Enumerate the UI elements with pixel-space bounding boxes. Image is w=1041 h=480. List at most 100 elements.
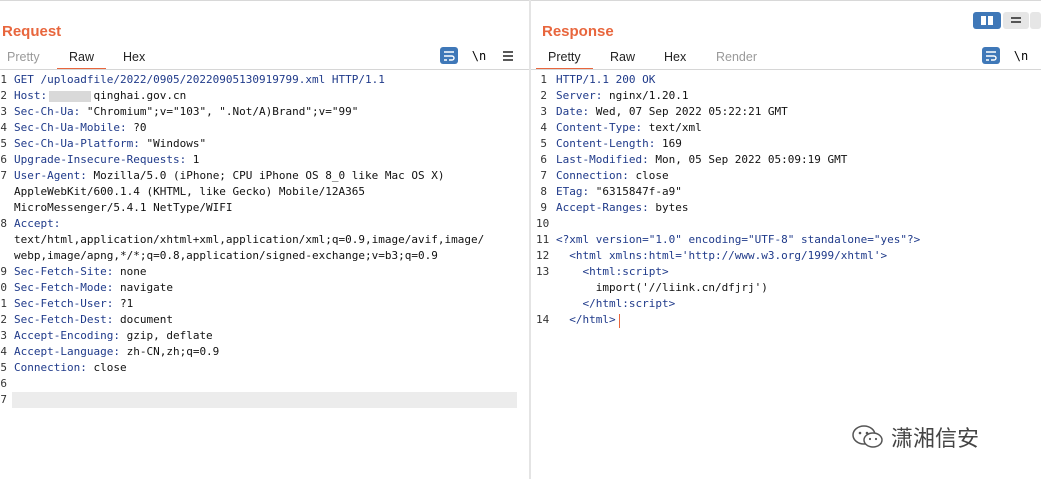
header-name: Date: bbox=[556, 105, 590, 118]
header-name: <html:script> bbox=[556, 265, 669, 278]
layout-stacked-icon[interactable] bbox=[1003, 12, 1029, 29]
header-name: Connection: bbox=[556, 169, 629, 182]
code-line: Sec-Fetch-Dest: document bbox=[14, 312, 173, 328]
wrap-lines-icon[interactable] bbox=[982, 47, 1000, 64]
newline-toggle-icon[interactable]: \n bbox=[470, 47, 488, 64]
request-tab-raw[interactable]: Raw bbox=[56, 50, 107, 70]
line-number: 3 bbox=[0, 105, 7, 118]
line-number: 3 bbox=[0, 329, 7, 342]
code-line: Sec-Ch-Ua-Platform: "Windows" bbox=[14, 136, 206, 152]
header-value: zh-CN,zh;q=0.9 bbox=[119, 345, 220, 358]
response-tab-raw[interactable]: Raw bbox=[610, 50, 635, 64]
response-tab-pretty[interactable]: Pretty bbox=[536, 50, 593, 70]
response-tab-underline bbox=[531, 69, 1041, 70]
header-name: Content-Length: bbox=[556, 137, 656, 150]
line-number bbox=[0, 232, 7, 248]
header-name: Content-Type: bbox=[556, 121, 643, 134]
text-cursor bbox=[619, 314, 620, 328]
header-value: webp,image/apng,*/*;q=0.8,application/si… bbox=[14, 249, 438, 262]
line-number: 5 bbox=[0, 361, 7, 374]
line-number: 9 bbox=[0, 265, 7, 278]
wechat-icon bbox=[852, 425, 883, 448]
layout-tabs-icon[interactable] bbox=[1030, 12, 1041, 29]
line-number: 8 bbox=[540, 185, 547, 198]
header-name: </html> bbox=[556, 313, 616, 326]
header-value: bytes bbox=[648, 201, 689, 214]
redacted-hostname bbox=[49, 91, 91, 102]
line-number: 7 bbox=[0, 169, 7, 182]
header-name: Sec-Fetch-Dest: bbox=[14, 313, 114, 326]
code-line: Connection: close bbox=[556, 168, 669, 184]
request-tab-pretty[interactable]: Pretty bbox=[7, 50, 40, 64]
line-number: 9 bbox=[540, 201, 547, 214]
header-name: Sec-Ch-Ua-Mobile: bbox=[14, 121, 127, 134]
menu-icon[interactable] bbox=[500, 47, 516, 64]
line-number: 6 bbox=[0, 153, 7, 166]
line-number: 13 bbox=[536, 265, 550, 278]
line-number: 7 bbox=[540, 169, 547, 182]
code-line: User-Agent: Mozilla/5.0 (iPhone; CPU iPh… bbox=[14, 168, 444, 184]
line-number: 1 bbox=[0, 73, 7, 86]
code-line: AppleWebKit/600.1.4 (KHTML, like Gecko) … bbox=[14, 184, 365, 200]
code-line: Accept: bbox=[14, 216, 60, 232]
response-pane: Response Pretty Raw Hex Render \n 1 HTTP/… bbox=[531, 0, 1041, 480]
code-line: Sec-Fetch-Site: none bbox=[14, 264, 146, 280]
header-name: <html xmlns:html='http://www.w3.org/1999… bbox=[556, 249, 888, 262]
newline-toggle-icon[interactable]: \n bbox=[1012, 47, 1030, 64]
code-line: Connection: close bbox=[14, 360, 127, 376]
line-number: 3 bbox=[540, 105, 547, 118]
line-number bbox=[0, 248, 7, 264]
header-name: Accept-Encoding: bbox=[14, 329, 120, 342]
response-tab-render[interactable]: Render bbox=[716, 50, 757, 64]
line-number: 4 bbox=[0, 121, 7, 134]
header-name: ETag: bbox=[556, 185, 590, 198]
header-name: Server: bbox=[556, 89, 603, 102]
line-number bbox=[536, 296, 547, 312]
code-line: Sec-Ch-Ua: "Chromium";v="103", ".Not/A)B… bbox=[14, 104, 358, 120]
code-line: </html> bbox=[556, 312, 616, 328]
header-value: "Windows" bbox=[139, 137, 207, 150]
request-tab-hex[interactable]: Hex bbox=[123, 50, 145, 64]
code-line: Server: nginx/1.20.1 bbox=[556, 88, 688, 104]
line-number: 11 bbox=[536, 233, 550, 246]
header-value: gzip, deflate bbox=[119, 329, 213, 342]
line-number: 5 bbox=[0, 137, 7, 150]
header-value: nginx/1.20.1 bbox=[602, 89, 689, 102]
code-line: Content-Type: text/xml bbox=[556, 120, 702, 136]
wrap-lines-icon[interactable] bbox=[440, 47, 458, 64]
code-line: Upgrade-Insecure-Requests: 1 bbox=[14, 152, 199, 168]
line-number: 1 bbox=[540, 73, 547, 86]
line-number: 6 bbox=[540, 153, 547, 166]
header-value: close bbox=[86, 361, 127, 374]
code-line: Accept-Ranges: bytes bbox=[556, 200, 688, 216]
header-value: 169 bbox=[655, 137, 682, 150]
header-value: close bbox=[628, 169, 669, 182]
header-name: Accept: bbox=[14, 217, 61, 230]
header-name: </html:script> bbox=[556, 297, 676, 310]
watermark-text: 潇湘信安 bbox=[891, 427, 980, 452]
code-line: Accept-Language: zh-CN,zh;q=0.9 bbox=[14, 344, 219, 360]
header-value: AppleWebKit/600.1.4 (KHTML, like Gecko) … bbox=[14, 185, 365, 198]
header-name: Sec-Fetch-User: bbox=[14, 297, 114, 310]
header-value: document bbox=[113, 313, 173, 326]
code-line: <html:script> bbox=[556, 264, 669, 280]
layout-side-by-side-icon[interactable] bbox=[973, 12, 1001, 29]
code-line: ETag: "6315847f-a9" bbox=[556, 184, 682, 200]
line-number: 5 bbox=[540, 137, 547, 150]
line-number: 8 bbox=[0, 217, 7, 230]
header-value: ?0 bbox=[126, 121, 147, 134]
code-line: <html xmlns:html='http://www.w3.org/1999… bbox=[556, 248, 887, 264]
header-value: "Chromium";v="103", ".Not/A)Brand";v="99… bbox=[80, 105, 359, 118]
header-name: User-Agent: bbox=[14, 169, 87, 182]
code-line: HTTP/1.1 200 OK bbox=[556, 72, 655, 88]
line-number: 12 bbox=[536, 249, 550, 262]
header-value: ?1 bbox=[113, 297, 134, 310]
request-tab-underline bbox=[0, 69, 529, 70]
header-name: Host: bbox=[14, 89, 48, 102]
code-line: Sec-Fetch-User: ?1 bbox=[14, 296, 133, 312]
code-line: text/html,application/xhtml+xml,applicat… bbox=[14, 232, 484, 248]
header-value: none bbox=[113, 265, 147, 278]
line-number: 4 bbox=[0, 345, 7, 358]
header-value: "6315847f-a9" bbox=[589, 185, 682, 198]
response-tab-hex[interactable]: Hex bbox=[664, 50, 686, 64]
